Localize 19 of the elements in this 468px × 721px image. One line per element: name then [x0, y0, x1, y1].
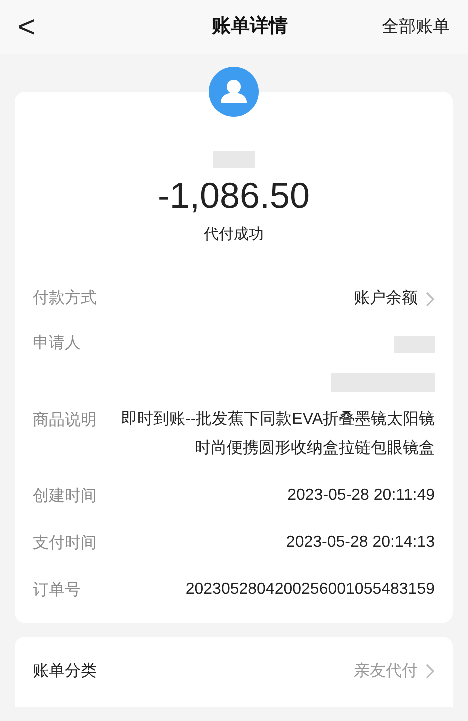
page-title: 账单详情 — [212, 14, 288, 39]
row-value: 2023-05-28 20:14:13 — [286, 532, 435, 552]
row-label: 支付时间 — [33, 534, 97, 554]
chevron-right-icon — [426, 292, 435, 306]
all-bills-link[interactable]: 全部账单 — [382, 14, 450, 40]
payment-method-link[interactable]: 账户余额 — [354, 287, 435, 311]
row-label: 商品说明 — [33, 410, 97, 430]
row-label: 订单号 — [33, 580, 81, 600]
row-label: 申请人 — [33, 334, 81, 354]
row-value: 2023052804200256001055483159 — [186, 580, 435, 600]
amount: -1,086.50 — [158, 174, 310, 218]
row-label: 账单分类 — [33, 662, 97, 682]
chevron-right-icon — [426, 664, 435, 679]
back-button[interactable]: < — [18, 4, 58, 50]
status-text: 代付成功 — [204, 225, 264, 245]
row-value: 即时到账--批发蕉下同款EVA折叠墨镜太阳镜时尚便携圆形收纳盒拉链包眼镜盒 — [120, 410, 435, 458]
row-label: 付款方式 — [33, 288, 97, 309]
row-value: 2023-05-28 20:11:49 — [288, 486, 435, 506]
row-label: 创建时间 — [33, 486, 97, 506]
